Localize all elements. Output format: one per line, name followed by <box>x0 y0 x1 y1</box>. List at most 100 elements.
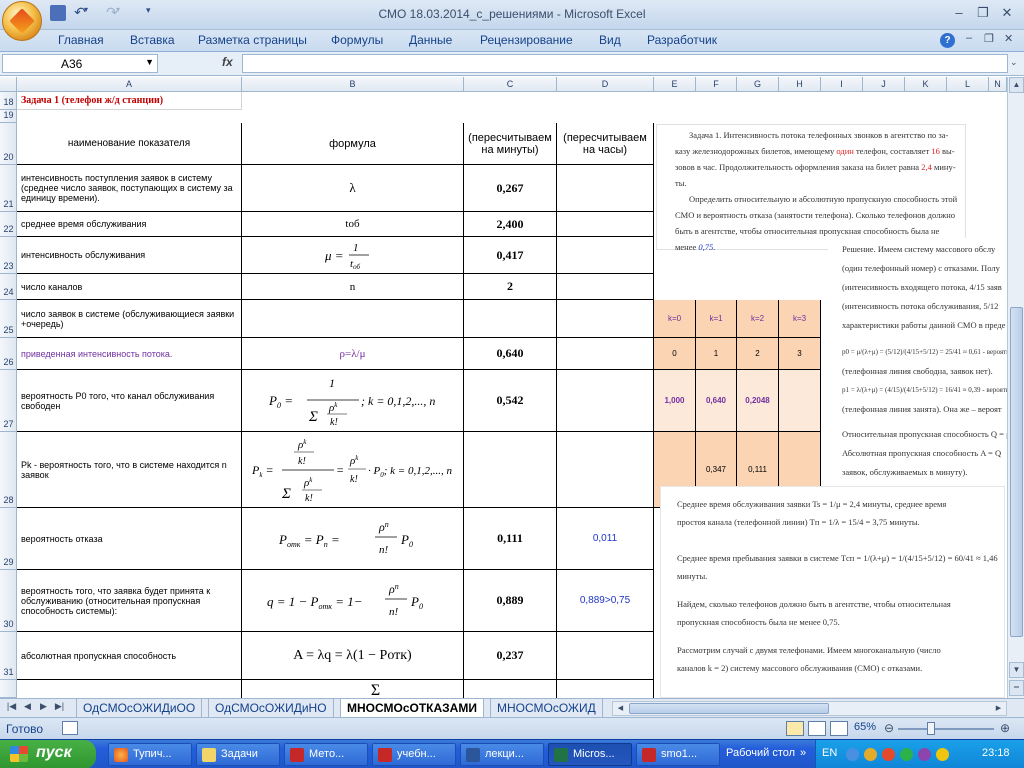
k-value-cell[interactable]: 0 <box>654 338 696 370</box>
minimize-button[interactable]: – <box>948 4 970 22</box>
split-view-icon[interactable]: ═ <box>1009 680 1024 696</box>
table-row-formula[interactable]: ρ=λ/μ <box>242 338 464 370</box>
p0-value-cell[interactable] <box>779 370 821 432</box>
table-row-hours[interactable] <box>557 165 654 212</box>
row-header[interactable]: 29 <box>0 508 17 570</box>
ribbon-restore-icon[interactable]: ❐ <box>984 32 994 45</box>
row-header[interactable]: 28 <box>0 432 17 508</box>
prev-sheet-icon[interactable]: ◀ <box>20 701 35 712</box>
tab-formulas[interactable]: Формулы <box>331 33 383 47</box>
page-break-view-icon[interactable] <box>830 721 848 736</box>
column-header[interactable]: K <box>905 77 947 92</box>
ribbon-minimize-icon[interactable]: – <box>966 32 972 44</box>
p0-value-cell[interactable]: 0,2048 <box>737 370 779 432</box>
table-row-hours[interactable]: 0,011 <box>557 508 654 570</box>
table-row-hours[interactable] <box>557 300 654 338</box>
page-layout-view-icon[interactable] <box>808 721 826 736</box>
table-row-label[interactable]: Pk - вероятность того, что в системе нах… <box>17 432 242 508</box>
tab-view[interactable]: Вид <box>599 33 621 47</box>
language-indicator[interactable]: EN <box>822 747 837 759</box>
row-header[interactable]: 31 <box>0 632 17 680</box>
tray-network-icon[interactable] <box>846 748 859 761</box>
table-row-hours[interactable] <box>557 432 654 508</box>
table-row-value[interactable]: 2,400 <box>464 212 557 237</box>
column-header[interactable]: C <box>464 77 557 92</box>
formula-input[interactable] <box>242 54 1008 73</box>
table-row-formula[interactable]: μ = 1 tоб <box>242 237 464 274</box>
taskbar-item-folder[interactable]: Задачи <box>196 743 280 766</box>
table-row-value[interactable] <box>464 300 557 338</box>
taskbar-item-excel[interactable]: Micros... <box>548 743 632 766</box>
tab-review[interactable]: Рецензирование <box>480 33 573 47</box>
column-header[interactable]: J <box>863 77 905 92</box>
tab-insert[interactable]: Вставка <box>130 33 175 47</box>
k-header-cell[interactable]: k=2 <box>737 300 779 338</box>
table-row-value[interactable]: 0,640 <box>464 338 557 370</box>
office-button[interactable] <box>2 1 42 41</box>
table-row-formula[interactable]: tоб <box>242 212 464 237</box>
tray-messenger-icon[interactable] <box>936 748 949 761</box>
column-header[interactable]: F <box>696 77 737 92</box>
column-header[interactable]: A <box>17 77 242 92</box>
row-header[interactable] <box>0 680 17 698</box>
sheet-tab-active[interactable]: МНОСМОсОТКАЗАМИ <box>340 699 484 717</box>
insert-function-icon[interactable]: fx <box>222 55 233 69</box>
table-row-hours[interactable] <box>557 370 654 432</box>
task-title-cell[interactable]: Задача 1 (телефон ж/д станции) <box>17 92 242 110</box>
solution-continuation-image[interactable]: Среднее время обслуживания заявки Ts = 1… <box>660 486 1005 698</box>
scroll-thumb[interactable] <box>1010 307 1023 637</box>
close-button[interactable]: ✕ <box>996 4 1018 22</box>
sheet-tab[interactable]: ОдСМОсОЖИДиОО <box>76 699 203 717</box>
table-row-label[interactable]: вероятность P0 того, что канал обслужива… <box>17 370 242 432</box>
row-header[interactable]: 22 <box>0 212 17 237</box>
header-name-cell[interactable]: наименование показателя <box>17 123 242 165</box>
desktop-toolbar-label[interactable]: Рабочий стол <box>726 747 795 759</box>
table-row-formula[interactable]: P0 = 1 Σ ρk k! ; k = 0,1,2,..., n <box>242 370 464 432</box>
tray-antivirus-icon[interactable] <box>882 748 895 761</box>
tray-volume-icon[interactable] <box>864 748 877 761</box>
tab-page-layout[interactable]: Разметка страницы <box>198 33 307 47</box>
header-hours-cell[interactable]: (пересчитываем на часы) <box>557 123 654 165</box>
table-row-hours[interactable] <box>557 274 654 300</box>
table-row-label[interactable]: вероятность того, что заявка будет приня… <box>17 570 242 632</box>
row-header[interactable]: 24 <box>0 274 17 300</box>
solution-image[interactable]: Решение. Имеем систему массового обслу (… <box>828 238 1008 488</box>
ribbon-close-icon[interactable]: ✕ <box>1004 32 1013 45</box>
column-header[interactable]: L <box>947 77 989 92</box>
k-value-cell[interactable]: 2 <box>737 338 779 370</box>
k-value-cell[interactable]: 1 <box>696 338 737 370</box>
row-header[interactable]: 21 <box>0 165 17 212</box>
table-row-hours[interactable] <box>557 680 654 698</box>
row-header[interactable]: 25 <box>0 300 17 338</box>
p0-value-cell[interactable]: 0,640 <box>696 370 737 432</box>
table-row-value[interactable]: 0,417 <box>464 237 557 274</box>
expand-formula-bar-icon[interactable]: ⌄ <box>1010 57 1018 68</box>
tab-developer[interactable]: Разработчик <box>647 33 717 47</box>
tab-home[interactable]: Главная <box>58 33 104 47</box>
tray-update-icon[interactable] <box>900 748 913 761</box>
table-row-value[interactable] <box>464 680 557 698</box>
table-row-value[interactable]: 0,542 <box>464 370 557 432</box>
start-button[interactable]: пуск <box>0 740 96 768</box>
column-header[interactable]: E <box>654 77 696 92</box>
next-sheet-icon[interactable]: ▶ <box>36 701 51 712</box>
toolbar-chevron-icon[interactable]: » <box>800 747 806 759</box>
zoom-out-icon[interactable]: ⊖ <box>884 721 894 735</box>
table-row-label[interactable]: абсолютная пропускная способность <box>17 632 242 680</box>
horizontal-scroll-thumb[interactable] <box>629 703 829 714</box>
tray-app-icon[interactable] <box>918 748 931 761</box>
taskbar-item-pdf2[interactable]: учебн... <box>372 743 456 766</box>
table-row-formula[interactable]: Pотк = Pn = ρn n! P0 <box>242 508 464 570</box>
row-header[interactable]: 27 <box>0 370 17 432</box>
table-row-value[interactable] <box>464 432 557 508</box>
table-row-label[interactable]: интенсивность поступления заявок в систе… <box>17 165 242 212</box>
last-sheet-icon[interactable]: ▶| <box>52 701 67 712</box>
table-row-formula[interactable]: A = λq = λ(1 − Pотк) <box>242 632 464 680</box>
table-row-hours[interactable] <box>557 338 654 370</box>
normal-view-icon[interactable] <box>786 721 804 736</box>
tab-data[interactable]: Данные <box>409 33 452 47</box>
header-minutes-cell[interactable]: (пересчитываем на минуты) <box>464 123 557 165</box>
table-row-label[interactable]: число каналов <box>17 274 242 300</box>
table-row-formula[interactable]: n <box>242 274 464 300</box>
taskbar-item-pdf1[interactable]: Мето... <box>284 743 368 766</box>
